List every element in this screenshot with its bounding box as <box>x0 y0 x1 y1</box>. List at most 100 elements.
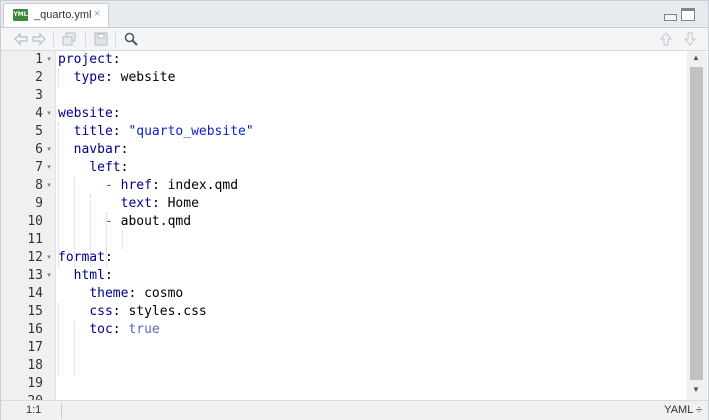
toolbar-divider <box>85 31 86 47</box>
next-icon[interactable] <box>682 31 698 47</box>
code-token: : styles.css <box>112 304 207 319</box>
previous-icon[interactable] <box>658 31 674 47</box>
code-token: html <box>73 268 105 283</box>
fold-toggle-icon[interactable]: ▾ <box>45 249 53 267</box>
code-line[interactable]: toc: true <box>58 321 160 339</box>
line-number: 1 <box>35 52 43 67</box>
line-number: 18 <box>27 358 43 373</box>
line-number: 20 <box>1 393 43 400</box>
code-token: type <box>73 70 105 85</box>
fold-toggle-icon[interactable]: ▾ <box>45 105 53 123</box>
line-number: 4 <box>35 106 43 121</box>
code-token: navbar <box>73 142 121 157</box>
fold-toggle-icon[interactable]: ▾ <box>45 141 53 159</box>
line-number-gutter: 1▾234▾56▾7▾8▾9101112▾13▾14151617181920 <box>1 51 56 400</box>
code-line[interactable]: - href: index.qmd <box>58 177 238 195</box>
code-line[interactable]: theme: cosmo <box>58 285 183 303</box>
code-token: : <box>112 124 129 139</box>
line-number: 9 <box>35 196 43 211</box>
fold-toggle-icon[interactable]: ▾ <box>45 159 53 177</box>
code-token: true <box>128 322 160 337</box>
scroll-down-icon[interactable]: ▼ <box>692 385 700 394</box>
code-token: : website <box>104 70 176 85</box>
code-token: about.qmd <box>112 214 192 229</box>
show-in-window-icon[interactable] <box>61 31 77 47</box>
fold-toggle-icon[interactable]: ▾ <box>45 267 53 285</box>
code-token: : <box>104 250 113 265</box>
code-token: : <box>104 268 113 283</box>
line-number: 6 <box>35 142 43 157</box>
toolbar-divider <box>115 31 116 47</box>
code-token: : Home <box>151 196 199 211</box>
line-number: 13 <box>27 268 43 283</box>
yaml-file-icon: YML <box>13 9 28 21</box>
indent-guide <box>122 231 123 249</box>
code-token: : <box>120 142 129 157</box>
search-icon[interactable] <box>123 31 139 47</box>
tab-quarto-yml[interactable]: YML _quarto.yml × <box>3 3 109 27</box>
line-number: 15 <box>27 304 43 319</box>
line-number: 7 <box>35 160 43 175</box>
code-token: project <box>58 52 113 67</box>
file-type-selector[interactable]: YAML ÷ <box>664 404 702 416</box>
fold-toggle-icon[interactable]: ▾ <box>45 177 53 195</box>
code-token: theme <box>89 286 129 301</box>
code-line[interactable]: html: <box>58 267 113 285</box>
code-line[interactable]: type: website <box>58 69 176 87</box>
code-token: website <box>58 106 113 121</box>
code-line[interactable]: project: <box>58 51 121 69</box>
fold-toggle-icon[interactable]: ▾ <box>45 51 53 69</box>
code-line[interactable]: website: <box>58 105 121 123</box>
line-number: 5 <box>35 124 43 139</box>
code-token: : cosmo <box>128 286 184 301</box>
code-line[interactable]: text: Home <box>58 195 199 213</box>
code-line[interactable]: format: <box>58 249 113 267</box>
minimize-pane-icon[interactable] <box>664 14 677 21</box>
code-token: left <box>89 160 121 175</box>
line-number: 11 <box>27 232 43 247</box>
line-number: 12 <box>27 250 43 265</box>
code-line[interactable]: navbar: <box>58 141 129 159</box>
vertical-scrollbar[interactable]: ▲ ▼ <box>687 51 707 400</box>
back-arrow-icon[interactable] <box>13 31 29 47</box>
editor-toolbar <box>1 28 708 51</box>
code-token: format <box>58 250 105 265</box>
code-token: text <box>120 196 152 211</box>
forward-arrow-icon[interactable] <box>31 31 47 47</box>
editor-status-bar: 1:1 YAML ÷ <box>1 400 708 420</box>
line-number: 17 <box>27 340 43 355</box>
scroll-up-icon[interactable]: ▲ <box>692 53 700 62</box>
code-token: : <box>112 106 121 121</box>
maximize-pane-icon[interactable] <box>681 8 695 21</box>
code-token: "quarto_website" <box>128 124 254 139</box>
code-token: title <box>73 124 113 139</box>
tab-title: _quarto.yml <box>34 9 92 21</box>
line-number: 2 <box>35 70 43 85</box>
close-tab-icon[interactable]: × <box>94 8 100 20</box>
code-editor[interactable]: 1▾234▾56▾7▾8▾9101112▾13▾14151617181920 p… <box>1 51 708 400</box>
code-line[interactable]: - about.qmd <box>58 213 191 231</box>
save-icon[interactable] <box>93 31 109 47</box>
cursor-position[interactable]: 1:1 <box>26 404 41 416</box>
code-line[interactable]: title: "quarto_website" <box>58 123 254 141</box>
scrollbar-thumb[interactable] <box>690 67 703 380</box>
line-number: 8 <box>35 178 43 193</box>
code-token: toc <box>89 322 113 337</box>
line-number: 3 <box>35 88 43 103</box>
code-line[interactable]: left: <box>58 159 128 177</box>
line-number: 16 <box>27 322 43 337</box>
code-token: - <box>104 178 113 193</box>
code-token: css <box>89 304 113 319</box>
code-token: : <box>120 160 129 175</box>
code-token: : <box>112 52 121 67</box>
code-line[interactable]: css: styles.css <box>58 303 207 321</box>
